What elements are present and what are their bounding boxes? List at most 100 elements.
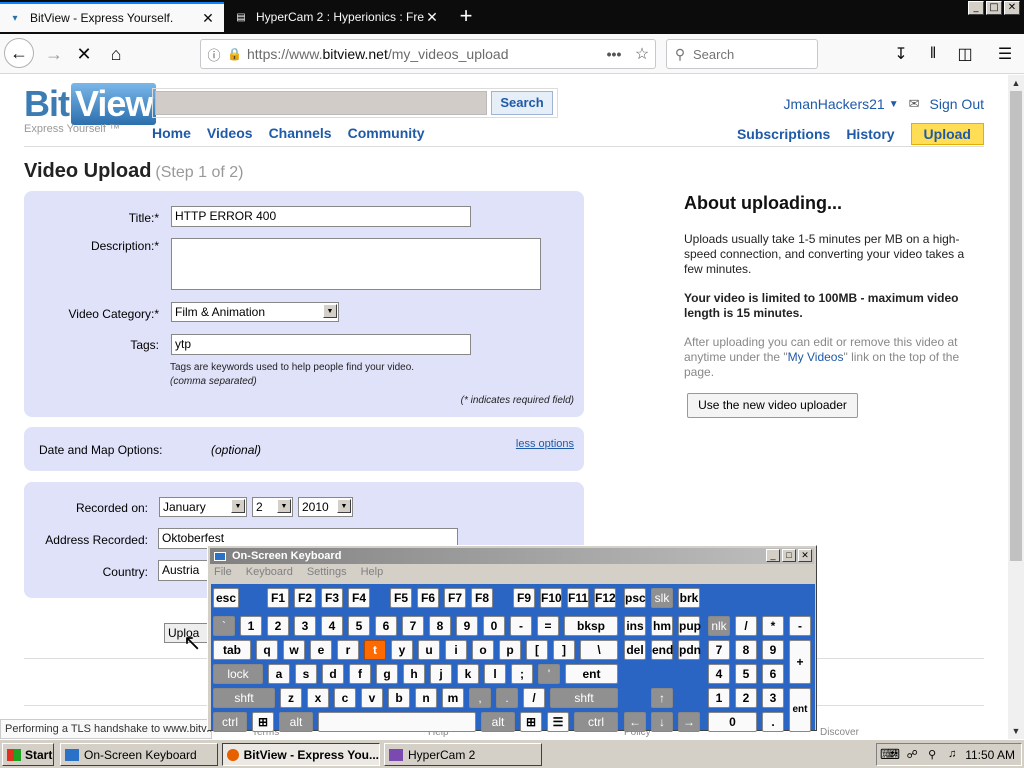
osk-key-a[interactable]: a — [268, 664, 290, 684]
day-select[interactable]: 2 ▼ — [252, 497, 293, 517]
osk-key-6[interactable]: 6 — [375, 616, 397, 636]
osk-key-F9[interactable]: F9 — [513, 588, 535, 608]
osk-menu-help[interactable]: Help — [361, 566, 384, 578]
site-search-input[interactable] — [155, 91, 487, 115]
osk-key-8[interactable]: 8 — [429, 616, 451, 636]
osk-key-shft[interactable]: shft — [550, 688, 618, 708]
osk-key-pup[interactable]: pup — [678, 616, 701, 636]
osk-menu-settings[interactable]: Settings — [307, 566, 347, 578]
osk-key-y[interactable]: y — [391, 640, 413, 660]
close-tab-icon[interactable]: ✕ — [200, 10, 216, 27]
osk-key-end[interactable]: end — [651, 640, 673, 660]
back-button[interactable]: ← — [4, 38, 34, 68]
close-window-icon[interactable]: ✕ — [1004, 1, 1020, 15]
minimize-icon[interactable]: _ — [968, 1, 984, 15]
bitview-logo[interactable]: Bit View Express Yourself ™ — [24, 83, 157, 135]
osk-key-sym[interactable]: ⊞ — [520, 712, 542, 732]
osk-key-u[interactable]: u — [418, 640, 440, 660]
osk-key-space[interactable] — [318, 712, 476, 732]
osk-key-3[interactable]: 3 — [294, 616, 316, 636]
osk-key-F3[interactable]: F3 — [321, 588, 343, 608]
nav-community[interactable]: Community — [348, 125, 425, 141]
osk-key-sym[interactable]: ← — [624, 712, 646, 732]
osk-key-F7[interactable]: F7 — [444, 588, 466, 608]
library-button[interactable]: ‖ — [920, 41, 946, 67]
new-tab-button[interactable]: + — [452, 4, 480, 30]
osk-key-slk[interactable]: slk — [651, 588, 673, 608]
osk-maximize-icon[interactable]: □ — [782, 549, 796, 562]
url-bar[interactable]: ⓘ 🔒 https://www.bitview.net/my_videos_up… — [200, 39, 656, 69]
year-select[interactable]: 2010 ▼ — [298, 497, 353, 517]
scroll-down-icon[interactable]: ▼ — [1008, 723, 1024, 739]
scroll-up-icon[interactable]: ▲ — [1008, 75, 1024, 91]
osk-key-bksp[interactable]: bksp — [564, 616, 618, 636]
restore-icon[interactable]: □ — [986, 1, 1002, 15]
osk-key-5[interactable]: 5 — [735, 664, 757, 684]
osk-key-6[interactable]: 6 — [762, 664, 784, 684]
sidebar-button[interactable]: ◫ — [952, 41, 978, 67]
osk-key-F10[interactable]: F10 — [540, 588, 562, 608]
osk-key-q[interactable]: q — [256, 640, 278, 660]
osk-key-ins[interactable]: ins — [624, 616, 646, 636]
osk-key-4[interactable]: 4 — [708, 664, 730, 684]
osk-key-F2[interactable]: F2 — [294, 588, 316, 608]
menu-button[interactable]: ☰ — [992, 41, 1018, 67]
upload-nav-button[interactable]: Upload — [910, 123, 984, 145]
osk-key-4[interactable]: 4 — [321, 616, 343, 636]
osk-key-F4[interactable]: F4 — [348, 588, 370, 608]
osk-key-i[interactable]: i — [445, 640, 467, 660]
osk-key-sym[interactable]: . — [762, 712, 784, 732]
osk-key-sym[interactable]: * — [762, 616, 784, 636]
osk-key-d[interactable]: d — [322, 664, 344, 684]
osk-minimize-icon[interactable]: _ — [766, 549, 780, 562]
osk-key-sym[interactable]: - — [789, 616, 811, 636]
osk-key-v[interactable]: v — [361, 688, 383, 708]
site-search-button[interactable]: Search — [491, 91, 553, 115]
osk-key-o[interactable]: o — [472, 640, 494, 660]
osk-menu-file[interactable]: File — [214, 566, 232, 578]
tab-bitview[interactable]: ▾ BitView - Express Yourself. ✕ — [0, 2, 224, 32]
osk-key-shft[interactable]: shft — [213, 688, 275, 708]
osk-key-s[interactable]: s — [295, 664, 317, 684]
osk-key-esc[interactable]: esc — [213, 588, 239, 608]
info-icon[interactable]: ⓘ — [201, 45, 227, 64]
osk-close-icon[interactable]: ✕ — [798, 549, 812, 562]
close-tab-icon[interactable]: ✕ — [424, 9, 440, 26]
osk-key-alt[interactable]: alt — [279, 712, 313, 732]
osk-key-sym[interactable]: ↓ — [651, 712, 673, 732]
network-icon[interactable]: ☍ — [905, 748, 919, 762]
my-videos-link[interactable]: My Videos — [788, 350, 844, 364]
osk-key-w[interactable]: w — [283, 640, 305, 660]
page-scrollbar[interactable]: ▲ ▼ — [1008, 75, 1024, 739]
mail-icon[interactable]: ✉ — [909, 96, 920, 112]
osk-key-r[interactable]: r — [337, 640, 359, 660]
osk-key-0[interactable]: 0 — [708, 712, 757, 732]
osk-key-sym[interactable]: ☰ — [547, 712, 569, 732]
footer-discover[interactable]: Discover — [820, 727, 859, 738]
osk-key-5[interactable]: 5 — [348, 616, 370, 636]
osk-key-t[interactable]: t — [364, 640, 386, 660]
month-select[interactable]: January ▼ — [159, 497, 247, 517]
search-icon[interactable]: ⚲ — [925, 748, 939, 762]
nav-home[interactable]: Home — [152, 125, 191, 141]
osk-key-sym[interactable]: = — [537, 616, 559, 636]
osk-key-sym[interactable]: ⊞ — [252, 712, 274, 732]
osk-key-hm[interactable]: hm — [651, 616, 673, 636]
osk-key-F11[interactable]: F11 — [567, 588, 589, 608]
forward-button[interactable]: → — [40, 40, 68, 68]
new-uploader-button[interactable]: Use the new video uploader — [687, 393, 858, 418]
task-firefox[interactable]: BitView - Express You... — [222, 743, 380, 766]
osk-key-ctrl[interactable]: ctrl — [213, 712, 247, 732]
osk-key-nlk[interactable]: nlk — [708, 616, 730, 636]
osk-key-9[interactable]: 9 — [456, 616, 478, 636]
osk-key-j[interactable]: j — [430, 664, 452, 684]
osk-key-F6[interactable]: F6 — [417, 588, 439, 608]
osk-key-sym[interactable]: ] — [553, 640, 575, 660]
sign-out-link[interactable]: Sign Out — [930, 96, 984, 112]
shield-icon[interactable]: ⛨ — [885, 748, 899, 762]
osk-key-2[interactable]: 2 — [735, 688, 757, 708]
task-hypercam[interactable]: HyperCam 2 — [384, 743, 542, 766]
osk-key-0[interactable]: 0 — [483, 616, 505, 636]
speaker-icon[interactable]: ♫ — [945, 748, 959, 762]
osk-key-lock[interactable]: lock — [213, 664, 263, 684]
